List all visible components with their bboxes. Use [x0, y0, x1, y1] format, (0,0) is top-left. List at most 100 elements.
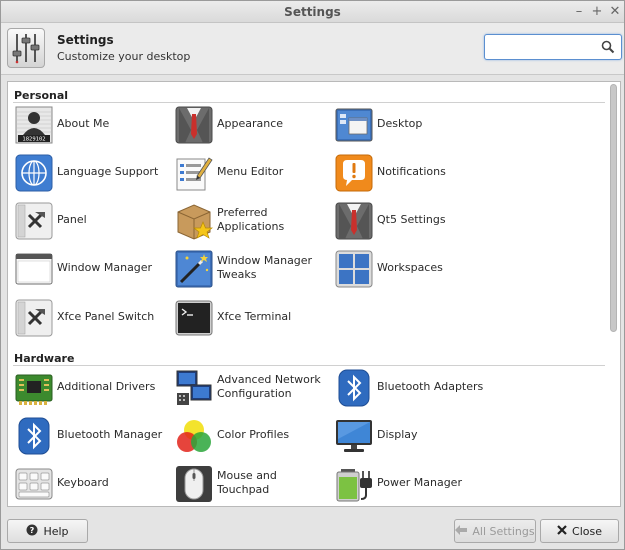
- item-label: Bluetooth Adapters: [377, 380, 484, 393]
- item-power-manager[interactable]: Power Manager: [334, 464, 492, 504]
- item-color-profiles[interactable]: Color Profiles: [174, 416, 332, 456]
- item-label: Bluetooth Manager: [57, 428, 163, 441]
- id-card-icon: 1829102: [15, 106, 53, 144]
- settings-list: Personal 1829102 About Me Appearance Des…: [7, 81, 621, 507]
- item-label: Xfce Panel Switch: [57, 310, 155, 323]
- search-input[interactable]: [491, 39, 599, 55]
- monitor-icon: [335, 417, 373, 455]
- item-label: Mouse and Touchpad: [217, 469, 277, 496]
- footer-bar: ? Help All Settings Close: [1, 509, 624, 549]
- settings-sliders-icon: [7, 28, 45, 68]
- item-label: Power Manager: [377, 476, 462, 489]
- title-bar[interactable]: Settings – + ✕: [1, 1, 624, 23]
- item-label: Keyboard: [57, 476, 109, 489]
- close-window-icon[interactable]: ✕: [607, 4, 623, 20]
- item-xfce-terminal[interactable]: Xfce Terminal: [174, 298, 332, 338]
- section-title-personal: Personal: [14, 89, 69, 102]
- mouse-icon: [175, 465, 213, 503]
- item-about-me[interactable]: 1829102 About Me: [14, 105, 172, 145]
- scrollbar-thumb[interactable]: [610, 84, 617, 332]
- magic-wand-icon: [175, 250, 213, 288]
- section-divider: [13, 365, 605, 366]
- close-icon: [557, 524, 567, 538]
- item-label: Menu Editor: [217, 165, 284, 178]
- item-label: Additional Drivers: [57, 380, 156, 393]
- item-display[interactable]: Display: [334, 416, 492, 456]
- search-icon[interactable]: [601, 40, 615, 54]
- about-me-badge-text: 1829102: [22, 137, 45, 143]
- minimize-icon[interactable]: –: [571, 4, 587, 20]
- item-label: Language Support: [57, 165, 159, 178]
- settings-header: Settings Customize your desktop: [1, 23, 624, 75]
- section-title-hardware: Hardware: [14, 352, 75, 365]
- item-panel[interactable]: Panel: [14, 201, 172, 241]
- item-advanced-network-configuration[interactable]: Advanced Network Configuration: [174, 368, 332, 408]
- battery-plug-icon: [335, 465, 373, 503]
- circuit-board-icon: [15, 369, 53, 407]
- item-label: Notifications: [377, 165, 446, 178]
- maximize-icon[interactable]: +: [589, 4, 605, 20]
- bluetooth-icon: [15, 417, 53, 455]
- item-label: About Me: [57, 117, 110, 130]
- keyboard-icon: [15, 465, 53, 503]
- close-button[interactable]: Close: [540, 519, 619, 543]
- item-notifications[interactable]: Notifications: [334, 153, 492, 193]
- item-language-support[interactable]: Language Support: [14, 153, 172, 193]
- help-icon: ?: [26, 524, 38, 539]
- item-window-manager-tweaks[interactable]: Window Manager Tweaks: [174, 249, 332, 289]
- network-computers-icon: [175, 369, 213, 407]
- item-workspaces[interactable]: Workspaces: [334, 249, 492, 289]
- item-label: Workspaces: [377, 261, 443, 274]
- close-button-label: Close: [572, 524, 602, 538]
- item-bluetooth-adapters[interactable]: Bluetooth Adapters: [334, 368, 492, 408]
- item-xfce-panel-switch[interactable]: Xfce Panel Switch: [14, 298, 172, 338]
- item-menu-editor[interactable]: Menu Editor: [174, 153, 332, 193]
- item-label: Desktop: [377, 117, 423, 130]
- item-desktop[interactable]: Desktop: [334, 105, 492, 145]
- item-mouse-and-touchpad[interactable]: Mouse and Touchpad: [174, 464, 332, 504]
- suit-tie-icon: [335, 202, 373, 240]
- item-label: Color Profiles: [217, 428, 290, 441]
- item-label: Display: [377, 428, 418, 441]
- vertical-scrollbar[interactable]: [609, 84, 618, 504]
- item-label: Window Manager: [57, 261, 153, 274]
- item-label: Qt5 Settings: [377, 213, 446, 226]
- window-title: Settings: [284, 5, 341, 19]
- item-window-manager[interactable]: Window Manager: [14, 249, 172, 289]
- item-label: Xfce Terminal: [217, 310, 292, 323]
- notification-bubble-icon: [335, 154, 373, 192]
- item-appearance[interactable]: Appearance: [174, 105, 332, 145]
- help-button-label: Help: [43, 524, 69, 538]
- window-icon: [15, 250, 53, 288]
- package-star-icon: [175, 202, 213, 240]
- search-box[interactable]: [484, 34, 622, 60]
- item-label: Advanced Network Configuration: [217, 373, 321, 400]
- item-label: Panel: [57, 213, 87, 226]
- back-arrow-icon: [455, 524, 468, 538]
- item-label: Window Manager Tweaks: [217, 254, 313, 281]
- section-divider: [13, 102, 605, 103]
- settings-window: Settings – + ✕ Settings Customize your d…: [0, 0, 625, 550]
- header-subtitle: Customize your desktop: [57, 50, 191, 63]
- workspaces-grid-icon: [335, 250, 373, 288]
- help-button[interactable]: ? Help: [7, 519, 88, 543]
- item-preferred-applications[interactable]: Preferred Applications: [174, 201, 332, 241]
- globe-icon: [15, 154, 53, 192]
- item-label: Appearance: [217, 117, 284, 130]
- menu-editor-icon: [175, 154, 213, 192]
- item-bluetooth-manager[interactable]: Bluetooth Manager: [14, 416, 172, 456]
- item-keyboard[interactable]: Keyboard: [14, 464, 172, 504]
- svg-text:?: ?: [30, 526, 35, 535]
- desktop-icon: [335, 106, 373, 144]
- terminal-icon: [175, 299, 213, 337]
- item-qt5-settings[interactable]: Qt5 Settings: [334, 201, 492, 241]
- panel-icon: [15, 202, 53, 240]
- color-circles-icon: [175, 417, 213, 455]
- panel-switch-icon: [15, 299, 53, 337]
- all-settings-button-label: All Settings: [472, 524, 535, 538]
- header-title: Settings: [57, 33, 114, 47]
- all-settings-button[interactable]: All Settings: [454, 519, 536, 543]
- item-additional-drivers[interactable]: Additional Drivers: [14, 368, 172, 408]
- item-label: Preferred Applications: [217, 206, 285, 233]
- suit-tie-icon: [175, 106, 213, 144]
